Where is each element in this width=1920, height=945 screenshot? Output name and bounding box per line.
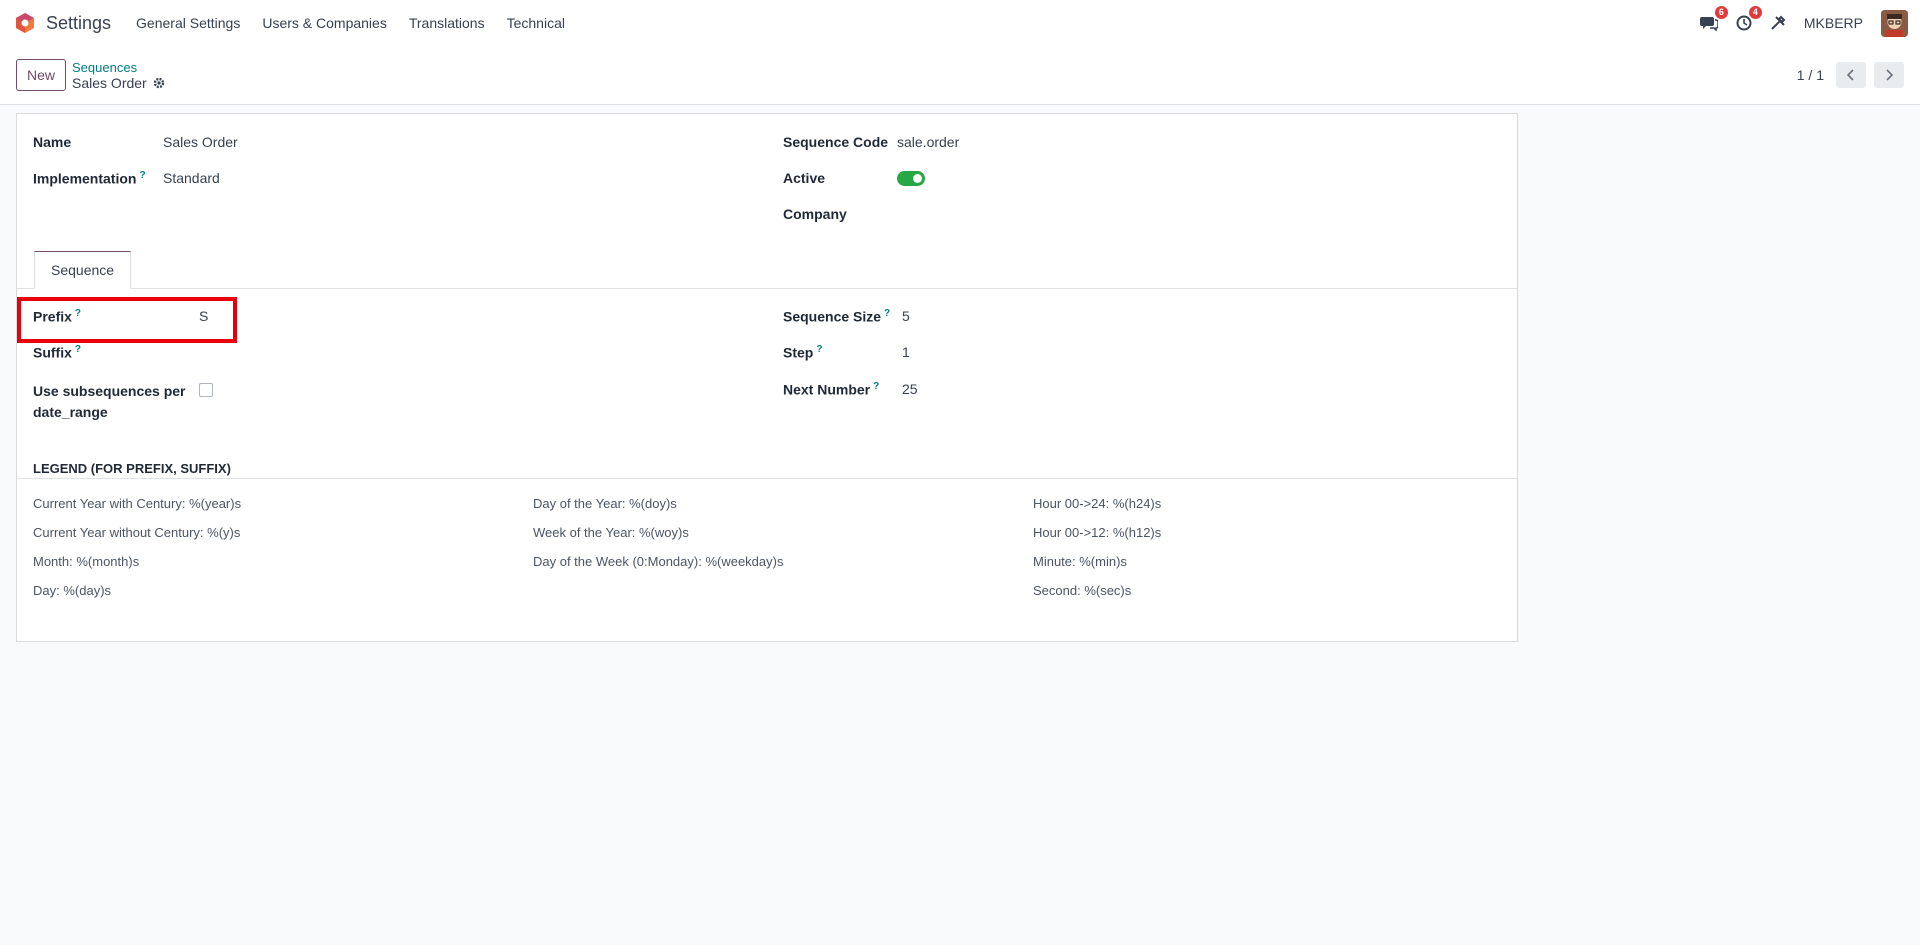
next-number-label-text: Next Number bbox=[783, 381, 871, 398]
record-title: Sales Order bbox=[72, 74, 147, 91]
implementation-value[interactable]: Standard bbox=[163, 170, 220, 186]
suffix-label-text: Suffix bbox=[33, 344, 72, 361]
legend-item: Day: %(day)s bbox=[33, 583, 112, 598]
avatar-icon bbox=[1881, 9, 1908, 37]
subsequences-label-line2: date_range bbox=[33, 404, 108, 420]
name-field: Name Sales Order bbox=[33, 134, 238, 150]
legend-item: Week of the Year: %(woy)s bbox=[533, 525, 689, 540]
app-name[interactable]: Settings bbox=[46, 13, 111, 34]
implementation-label-text: Implementation bbox=[33, 170, 137, 187]
implementation-help-icon[interactable]: ? bbox=[139, 170, 145, 181]
control-panel: New Sequences Sales Order 1 / 1 bbox=[0, 46, 1920, 105]
legend-item: Second: %(sec)s bbox=[1033, 583, 1132, 598]
sequence-size-input[interactable]: 5 bbox=[902, 308, 910, 324]
subsequences-field: Use subsequences per date_range bbox=[33, 381, 213, 423]
chevron-left-icon bbox=[1846, 69, 1854, 81]
legend-item: Day of the Week (0:Monday): %(weekday)s bbox=[533, 554, 784, 569]
breadcrumb-current: Sales Order bbox=[72, 75, 165, 91]
implementation-field: Implementation? Standard bbox=[33, 170, 220, 187]
suffix-help-icon[interactable]: ? bbox=[75, 344, 81, 355]
step-label-text: Step bbox=[783, 344, 814, 361]
legend-item: Day of the Year: %(doy)s bbox=[533, 496, 677, 511]
legend-divider bbox=[17, 478, 1517, 479]
company-switcher[interactable]: MKBERP bbox=[1804, 15, 1863, 31]
suffix-label: Suffix? bbox=[33, 344, 199, 361]
subsequences-checkbox[interactable] bbox=[199, 383, 213, 397]
app-brand[interactable]: Settings bbox=[14, 12, 111, 34]
subsequences-label-line1: Use subsequences per bbox=[33, 383, 186, 399]
pager-next-button[interactable] bbox=[1874, 62, 1904, 88]
main-menu: General Settings Users & Companies Trans… bbox=[125, 15, 576, 31]
company-field: Company bbox=[783, 206, 897, 222]
legend-title: LEGEND (FOR PREFIX, SUFFIX) bbox=[33, 461, 231, 476]
legend-item: Month: %(month)s bbox=[33, 554, 140, 569]
messages-button[interactable]: 6 bbox=[1699, 6, 1728, 31]
step-field: Step? 1 bbox=[783, 344, 910, 361]
pager-value[interactable]: 1 / 1 bbox=[1797, 67, 1824, 83]
menu-technical[interactable]: Technical bbox=[496, 15, 576, 31]
breadcrumb-sequences[interactable]: Sequences bbox=[72, 60, 165, 75]
legend-item: Hour 00->24: %(h24)s bbox=[1033, 496, 1162, 511]
pager: 1 / 1 bbox=[1797, 62, 1904, 88]
next-number-help-icon[interactable]: ? bbox=[873, 381, 879, 392]
prefix-label: Prefix? bbox=[33, 308, 199, 325]
step-label: Step? bbox=[783, 344, 902, 361]
clock-icon bbox=[1736, 15, 1752, 31]
next-number-field: Next Number? 25 bbox=[783, 381, 918, 398]
sequence-size-label: Sequence Size? bbox=[783, 308, 902, 325]
next-number-input[interactable]: 25 bbox=[902, 381, 918, 397]
sequence-size-field: Sequence Size? 5 bbox=[783, 308, 910, 325]
name-label: Name bbox=[33, 134, 72, 150]
tabs-divider bbox=[17, 288, 1517, 289]
tools-icon[interactable] bbox=[1770, 15, 1786, 31]
legend-item: Current Year without Century: %(y)s bbox=[33, 525, 241, 540]
breadcrumb: Sequences Sales Order bbox=[72, 60, 165, 91]
activities-button[interactable]: 4 bbox=[1736, 6, 1762, 31]
step-help-icon[interactable]: ? bbox=[816, 344, 822, 355]
activities-badge: 4 bbox=[1748, 6, 1762, 19]
active-label: Active bbox=[783, 170, 826, 186]
suffix-field: Suffix? bbox=[33, 344, 199, 361]
chat-icon bbox=[1699, 17, 1718, 31]
active-toggle[interactable] bbox=[897, 171, 925, 186]
menu-general-settings[interactable]: General Settings bbox=[125, 15, 251, 31]
sequence-code-field: Sequence Code sale.order bbox=[783, 134, 959, 150]
sequence-size-label-text: Sequence Size bbox=[783, 308, 882, 325]
menu-users-companies[interactable]: Users & Companies bbox=[251, 15, 398, 31]
prefix-help-icon[interactable]: ? bbox=[75, 308, 81, 319]
user-avatar[interactable] bbox=[1881, 9, 1908, 37]
messages-badge: 6 bbox=[1714, 6, 1728, 19]
next-number-label: Next Number? bbox=[783, 381, 902, 398]
legend-item: Minute: %(min)s bbox=[1033, 554, 1127, 569]
menu-translations[interactable]: Translations bbox=[398, 15, 496, 31]
pager-previous-button[interactable] bbox=[1836, 62, 1866, 88]
prefix-label-text: Prefix bbox=[33, 308, 72, 325]
new-button[interactable]: New bbox=[16, 59, 67, 91]
form-sheet: Name Sales Order Implementation? Standar… bbox=[16, 113, 1518, 642]
tab-sequence[interactable]: Sequence bbox=[34, 251, 132, 289]
odoo-logo-icon bbox=[16, 13, 34, 33]
gear-icon[interactable] bbox=[153, 77, 165, 89]
top-navbar: Settings General Settings Users & Compan… bbox=[0, 0, 1920, 46]
sequence-code-label: Sequence Code bbox=[783, 134, 889, 150]
sequence-size-help-icon[interactable]: ? bbox=[884, 308, 890, 319]
chevron-right-icon bbox=[1886, 69, 1894, 81]
prefix-input[interactable]: S bbox=[199, 308, 208, 324]
legend-item: Hour 00->12: %(h12)s bbox=[1033, 525, 1162, 540]
sequence-code-value[interactable]: sale.order bbox=[897, 134, 959, 150]
prefix-field: Prefix? S bbox=[33, 308, 208, 325]
name-value[interactable]: Sales Order bbox=[163, 134, 238, 150]
step-input[interactable]: 1 bbox=[902, 344, 910, 360]
subsequences-label: Use subsequences per date_range bbox=[33, 381, 199, 423]
implementation-label: Implementation? bbox=[33, 170, 163, 187]
company-label: Company bbox=[783, 206, 847, 222]
navbar-systray: 6 4 MKBERP bbox=[1699, 6, 1908, 37]
legend-item: Current Year with Century: %(year)s bbox=[33, 496, 242, 511]
active-field: Active bbox=[783, 170, 925, 186]
